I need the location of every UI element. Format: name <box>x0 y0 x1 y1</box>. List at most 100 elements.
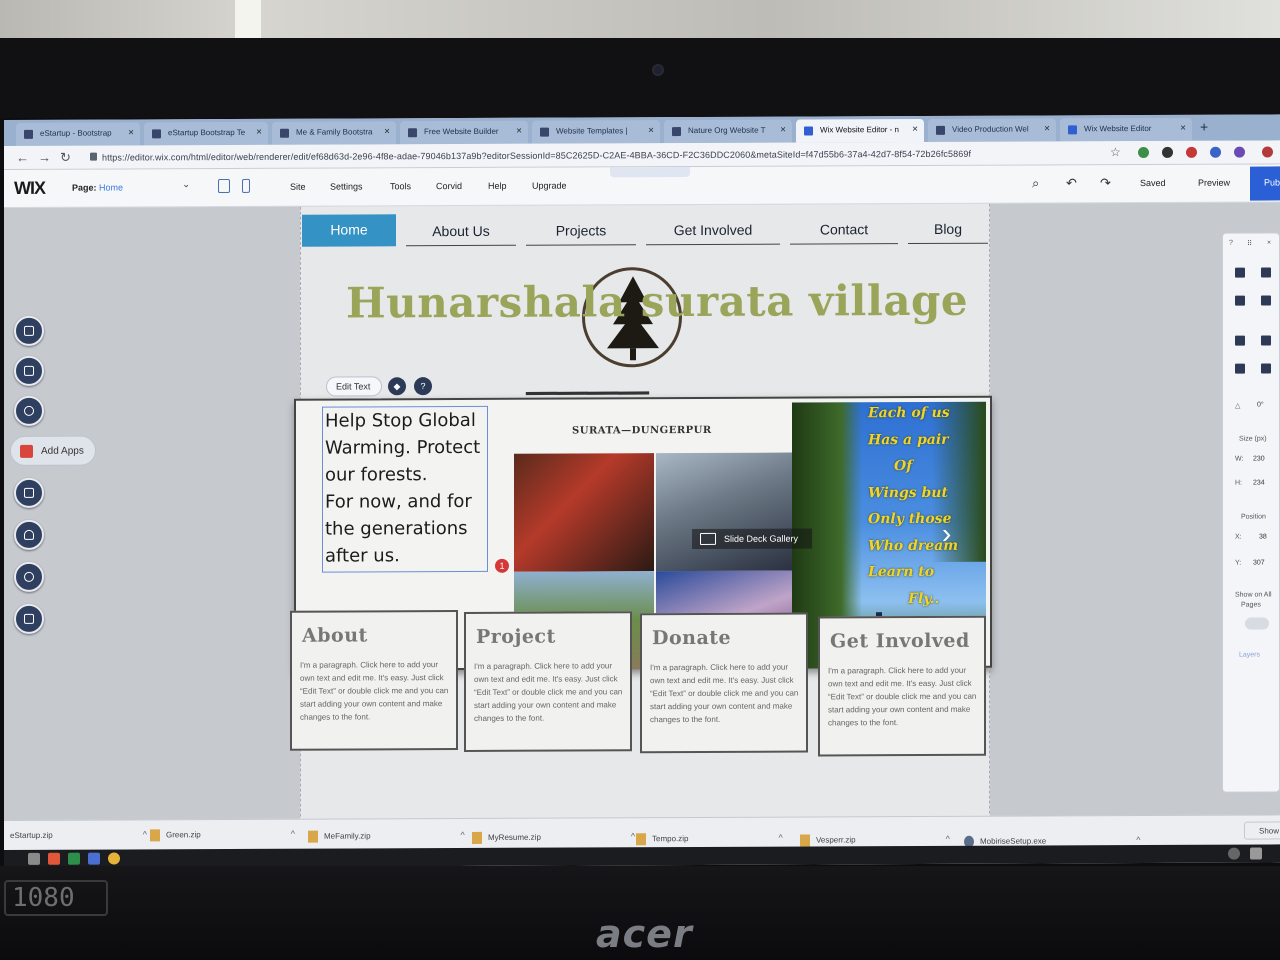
menu-upgrade[interactable]: Upgrade <box>532 181 567 191</box>
animation-icon[interactable]: ◆ <box>388 377 406 396</box>
extension-icon[interactable] <box>1138 147 1149 159</box>
card-about[interactable]: About I'm a paragraph. Click here to add… <box>290 610 458 751</box>
browser-tab-active[interactable]: Wix Website Editor - n × <box>796 118 924 143</box>
rotation-value[interactable]: 0° <box>1257 402 1264 409</box>
menu-corvid[interactable]: Corvid <box>436 181 462 191</box>
close-tab-icon[interactable]: × <box>1180 123 1186 134</box>
menu-tools[interactable]: Tools <box>390 181 411 191</box>
photo-students[interactable] <box>656 452 792 572</box>
redo-icon[interactable]: ↷ <box>1100 175 1111 191</box>
page-selector[interactable]: Page: Home <box>72 182 123 192</box>
download-item[interactable]: Green.zip ^ <box>150 829 295 842</box>
browser-tab[interactable]: Website Templates | × <box>532 120 660 144</box>
search-icon[interactable]: ⌕ <box>1032 175 1039 191</box>
selected-text-box[interactable]: Help Stop Global Warming. Protect our fo… <box>322 405 509 573</box>
extension-icon[interactable] <box>1186 146 1197 158</box>
nav-blog[interactable]: Blog <box>908 211 988 245</box>
desktop-view-icon[interactable] <box>218 179 230 194</box>
nav-projects[interactable]: Projects <box>526 213 636 246</box>
drag-handle-icon[interactable]: ⠿ <box>1247 240 1252 248</box>
extension-icon[interactable] <box>1162 146 1173 158</box>
close-tab-icon[interactable]: × <box>780 125 786 136</box>
arrange-icon[interactable] <box>1235 335 1245 346</box>
next-slide-arrow-icon[interactable]: › <box>942 518 951 550</box>
menus-pages-icon[interactable] <box>14 315 44 346</box>
calendar-icon[interactable] <box>14 603 44 634</box>
collapse-toolbar-handle[interactable] <box>610 167 690 178</box>
files-icon[interactable] <box>88 852 100 865</box>
paste-icon[interactable] <box>1261 267 1271 278</box>
close-tab-icon[interactable]: × <box>516 126 522 137</box>
download-item[interactable]: MeFamily.zip ^ <box>308 830 465 843</box>
extension-icon[interactable] <box>1210 146 1221 158</box>
menu-site[interactable]: Site <box>290 182 306 192</box>
close-tab-icon[interactable]: × <box>128 127 134 138</box>
undo-icon[interactable]: ↶ <box>1066 175 1077 191</box>
photo-boy-guitar[interactable] <box>514 453 654 572</box>
reload-icon[interactable]: ↻ <box>60 150 71 166</box>
browser-tab[interactable]: Nature Org Website T × <box>664 119 792 144</box>
media-icon[interactable] <box>14 477 44 508</box>
app-icon[interactable] <box>48 852 60 865</box>
browser-tab[interactable]: Me & Family Bootstra × <box>272 121 396 145</box>
url-field[interactable]: https://editor.wix.com/html/editor/web/r… <box>102 149 971 163</box>
close-tab-icon[interactable]: × <box>1044 123 1050 134</box>
card-get-involved[interactable]: Get Involved I'm a paragraph. Click here… <box>818 615 986 757</box>
site-title[interactable]: Hunarshala surata village <box>346 276 968 328</box>
show-on-all-pages-toggle[interactable] <box>1245 617 1269 630</box>
nav-home[interactable]: Home <box>302 214 396 247</box>
bookmark-star-icon[interactable]: ☆ <box>1110 145 1121 159</box>
chevron-up-icon[interactable]: ^ <box>631 831 635 841</box>
browser-tab[interactable]: Video Production Wel × <box>928 118 1056 142</box>
chrome-icon[interactable] <box>108 852 120 865</box>
extension-icon[interactable] <box>1234 146 1245 158</box>
rotate-icon[interactable]: △ <box>1235 402 1240 410</box>
width-input[interactable]: 230 <box>1253 455 1265 462</box>
help-icon[interactable]: ? <box>414 377 432 396</box>
chevron-up-icon[interactable]: ^ <box>461 830 465 840</box>
chevron-down-icon[interactable]: ⌄ <box>182 179 190 190</box>
chevron-up-icon[interactable]: ^ <box>946 834 950 844</box>
download-item[interactable]: eStartup.zip ^ <box>10 829 147 840</box>
mobile-view-icon[interactable] <box>242 178 250 193</box>
duplicate-icon[interactable] <box>1235 295 1245 306</box>
close-tab-icon[interactable]: × <box>648 125 654 136</box>
publish-button[interactable]: Pub <box>1250 166 1280 201</box>
edit-text-button[interactable]: Edit Text <box>326 376 382 397</box>
preview-button[interactable]: Preview <box>1198 178 1230 188</box>
close-tab-icon[interactable]: × <box>256 127 262 138</box>
slide-deck-gallery-label[interactable]: Slide Deck Gallery <box>692 528 812 549</box>
distribute-icon[interactable] <box>1261 363 1271 374</box>
forward-icon[interactable]: → <box>38 150 51 165</box>
chat-icon[interactable] <box>14 561 44 592</box>
copy-icon[interactable] <box>1235 267 1245 278</box>
align-icon[interactable] <box>1261 335 1271 346</box>
height-input[interactable]: 234 <box>1253 479 1265 486</box>
show-all-downloads-button[interactable]: Show <box>1244 821 1280 840</box>
close-tab-icon[interactable]: × <box>384 126 390 137</box>
add-icon[interactable] <box>14 395 44 426</box>
status-tray-icon[interactable] <box>1228 847 1240 860</box>
nav-about-us[interactable]: About Us <box>406 213 516 247</box>
x-input[interactable]: 38 <box>1259 533 1267 540</box>
chevron-up-icon[interactable]: ^ <box>291 829 295 839</box>
browser-tab[interactable]: Free Website Builder × <box>400 120 528 145</box>
layers-button[interactable]: Layers <box>1239 652 1260 659</box>
card-donate[interactable]: Donate I'm a paragraph. Click here to ad… <box>640 612 808 754</box>
app-icon[interactable] <box>68 852 80 865</box>
menu-settings[interactable]: Settings <box>330 181 363 191</box>
profile-icon[interactable] <box>1262 146 1273 158</box>
browser-tab[interactable]: eStartup - Bootstrap × <box>16 122 140 146</box>
y-input[interactable]: 307 <box>1253 559 1265 566</box>
chevron-up-icon[interactable]: ^ <box>778 833 782 843</box>
chevron-up-icon[interactable]: ^ <box>1136 835 1140 845</box>
menu-help[interactable]: Help <box>488 181 507 191</box>
download-item[interactable]: Vesperr.zip ^ <box>800 834 950 847</box>
card-project[interactable]: Project I'm a paragraph. Click here to a… <box>464 611 632 752</box>
delete-icon[interactable] <box>1261 295 1271 306</box>
match-size-icon[interactable] <box>1235 363 1245 374</box>
browser-tab[interactable]: eStartup Bootstrap Te × <box>144 121 268 146</box>
download-item[interactable]: MyResume.zip ^ <box>472 831 635 844</box>
add-apps-button[interactable]: Add Apps <box>10 435 96 466</box>
launcher-icon[interactable] <box>28 852 40 865</box>
